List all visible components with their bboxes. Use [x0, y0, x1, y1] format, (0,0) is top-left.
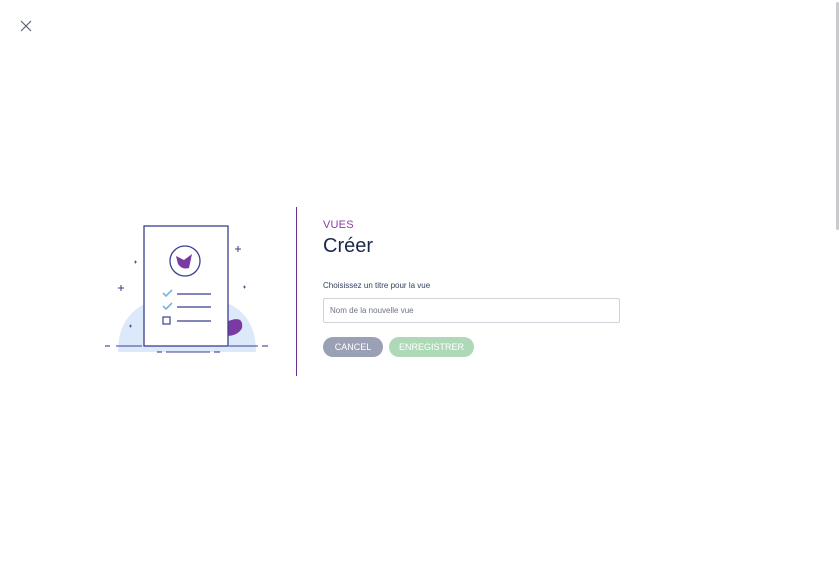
- page-title: Créer: [323, 235, 374, 257]
- section-label: VUES: [323, 219, 354, 231]
- close-button[interactable]: [17, 17, 35, 35]
- checklist-document-illustration: [102, 218, 272, 360]
- save-button[interactable]: ENREGISTRER: [389, 337, 474, 357]
- view-name-input[interactable]: [323, 298, 620, 323]
- view-title-label: Choisissez un titre pour la vue: [323, 281, 431, 290]
- cancel-button[interactable]: CANCEL: [323, 337, 383, 357]
- close-icon: [20, 20, 32, 32]
- scrollbar-thumb[interactable]: [836, 2, 839, 230]
- scrollbar[interactable]: [834, 0, 840, 581]
- vertical-divider: [296, 207, 297, 376]
